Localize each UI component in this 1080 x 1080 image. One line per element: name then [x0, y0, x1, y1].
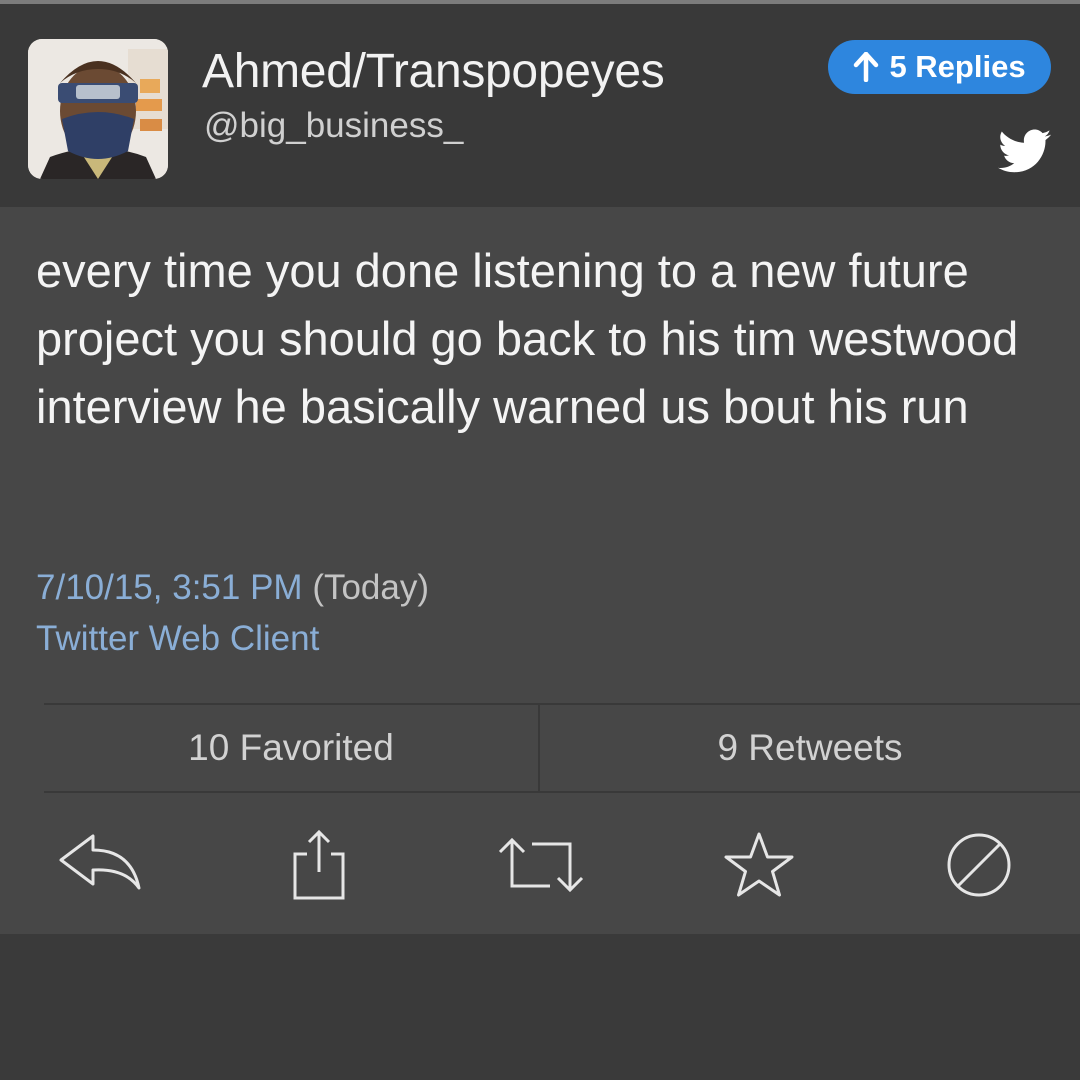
tweet-client[interactable]: Twitter Web Client: [36, 613, 429, 664]
favorited-count[interactable]: 10 Favorited: [44, 705, 540, 791]
action-bar: [0, 807, 1080, 927]
retweets-count[interactable]: 9 Retweets: [540, 705, 1080, 791]
replies-label: 5 Replies: [889, 49, 1026, 84]
retweet-icon: [496, 834, 586, 901]
display-name[interactable]: Ahmed/Transpopeyes: [202, 44, 665, 99]
avatar[interactable]: [28, 39, 168, 179]
share-button[interactable]: [274, 827, 364, 907]
tweet-detail: every time you done listening to a new f…: [0, 207, 1080, 934]
block-button[interactable]: [934, 827, 1024, 907]
arrow-up-icon: [853, 52, 879, 82]
replies-button[interactable]: 5 Replies: [828, 40, 1051, 94]
tweet-relative-time: (Today): [312, 568, 430, 607]
star-icon: [723, 831, 795, 904]
share-icon: [289, 828, 349, 907]
reply-button[interactable]: [55, 827, 145, 907]
tweet-meta: 7/10/15, 3:51 PM (Today) Twitter Web Cli…: [36, 562, 429, 664]
reply-icon: [55, 830, 145, 905]
tweet-header: Ahmed/Transpopeyes @big_business_ 5 Repl…: [0, 4, 1080, 207]
tweet-text: every time you done listening to a new f…: [36, 244, 1019, 433]
user-handle[interactable]: @big_business_: [204, 106, 463, 146]
favorite-button[interactable]: [714, 827, 804, 907]
twitter-bird-icon: [998, 129, 1052, 175]
tweet-date[interactable]: 7/10/15, 3:51 PM: [36, 568, 303, 607]
retweet-button[interactable]: [496, 827, 586, 907]
tweet-stats: 10 Favorited 9 Retweets: [44, 703, 1080, 793]
block-icon: [944, 830, 1014, 905]
empty-area: [0, 934, 1080, 1080]
